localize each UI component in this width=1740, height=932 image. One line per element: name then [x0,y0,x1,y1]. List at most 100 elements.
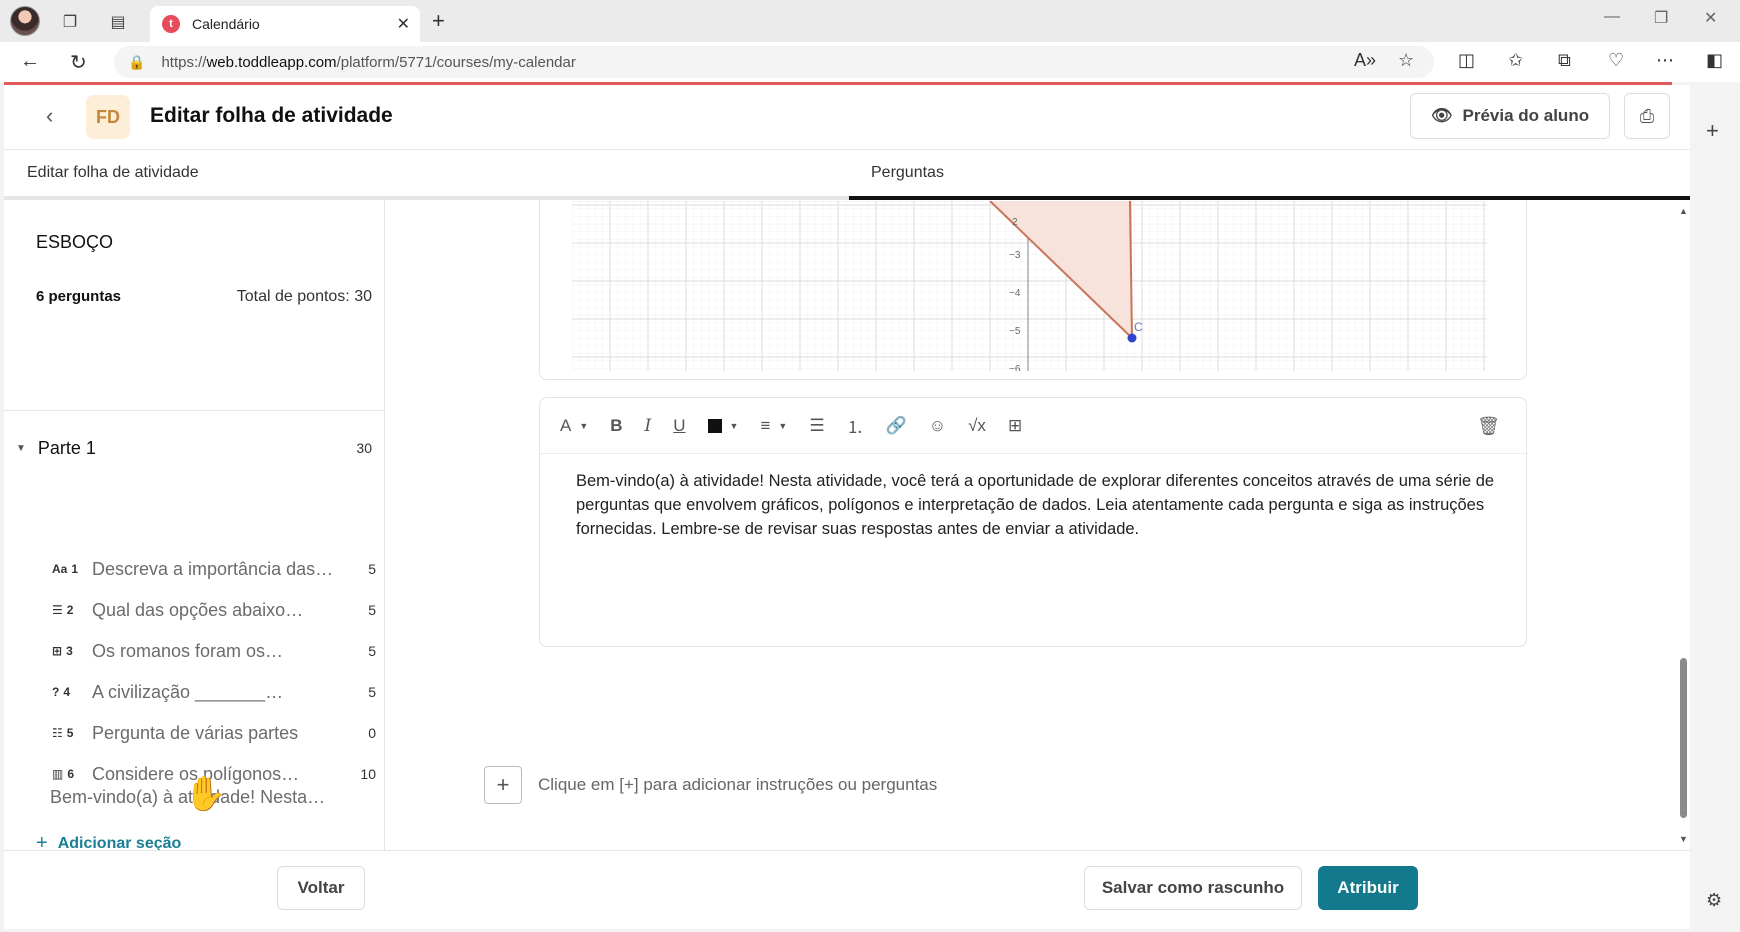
tab-questions[interactable]: Perguntas [849,150,1690,200]
app-header: ‹ FD Editar folha de atividade 👁 Prévia … [4,85,1690,150]
editor-body-text[interactable]: Bem-vindo(a) à atividade! Nesta atividad… [576,469,1496,541]
outline-question-4[interactable]: ? 4 A civilização _______… 5 [52,677,376,707]
point-c[interactable] [1127,333,1137,343]
browser-essentials-icon[interactable]: ♡ [1608,50,1624,71]
emoji-icon[interactable]: ☺ [929,416,946,436]
plus-icon: + [496,772,510,797]
graph-question-card: C 2 −3 −4 −5 −6 [539,200,1527,380]
underline-button[interactable]: U [673,416,685,436]
more-options-icon[interactable]: ⋯ [1656,50,1674,71]
add-content-row: + Clique em [+] para adicionar instruçõe… [484,766,937,804]
close-window-icon[interactable]: ✕ [1704,8,1717,28]
bullet-list-icon[interactable]: ☰ [809,416,824,436]
question-points: 5 [368,684,376,700]
rich-text-editor-card: A ▼ B I U ▼ ≡ ▼ ☰ ⒈ 🔗 ☺ √x ⊞ 🗑 Bem-vindo… [539,397,1528,647]
split-screen-icon[interactable]: ◫ [1458,50,1475,71]
scroll-up-icon[interactable]: ▲ [1679,206,1688,216]
main-content: C 2 −3 −4 −5 −6 A ▼ B I U ▼ ≡ ▼ ☰ ⒈ 🔗 ☺ … [385,200,1690,850]
read-aloud-icon[interactable]: A» [1354,50,1376,71]
assign-button[interactable]: Atribuir [1318,866,1418,910]
trash-icon[interactable]: 🗑 [1477,416,1500,437]
sidebar-toggle-icon[interactable]: ◧ [1706,50,1723,71]
tabs-row: Editar folha de atividade Perguntas [4,150,1690,200]
scroll-down-icon[interactable]: ▼ [1679,834,1688,844]
page-title: Editar folha de atividade [150,104,393,127]
tab-title: Calendário [192,16,260,32]
multiple-choice-icon: ☰ 2 [52,603,74,617]
table-icon[interactable]: ⊞ [1008,416,1022,436]
y-tick-label: −3 [1009,250,1021,261]
question-points: 0 [368,725,376,741]
question-text: Descreva a importância das… [92,558,334,579]
add-content-hint: Clique em [+] para adicionar instruções … [538,775,938,794]
url-field[interactable]: 🔒 https://web.toddleapp.com/platform/577… [114,46,1434,78]
workspaces-icon[interactable]: ❐ [56,8,84,36]
coordinate-graph[interactable]: C 2 −3 −4 −5 −6 [572,201,1487,371]
outline-question-1[interactable]: Aa 1 Descreva a importância das… 5 [52,554,376,584]
color-swatch [707,418,722,433]
multipart-icon: ☷ 5 [52,726,74,740]
back-chevron-icon[interactable]: ‹ [46,103,53,129]
question-text: Qual das opções abaixo… [92,599,304,620]
vertical-scrollbar[interactable]: ▲ ▼ [1677,200,1690,850]
tab-edit-activity[interactable]: Editar folha de atividade [4,150,849,200]
scrollbar-thumb[interactable] [1680,658,1687,818]
add-content-button[interactable]: + [484,766,522,804]
point-label: C [1134,320,1143,334]
font-style-label: A [560,415,572,435]
fill-blank-icon: ? 4 [52,685,71,699]
hand-cursor-icon: ✋ [184,775,227,813]
part-label: Parte 1 [37,438,96,458]
question-text: Pergunta de várias partes [92,722,299,743]
font-style-dropdown[interactable]: A ▼ [560,416,588,436]
add-sidebar-app-icon[interactable]: + [1706,118,1719,144]
question-text: Os romanos foram os… [92,640,284,661]
numbered-list-icon[interactable]: ⒈ [847,413,864,438]
back-arrow-icon[interactable]: ← [20,50,40,73]
italic-button[interactable]: I [645,416,652,436]
editor-toolbar: A ▼ B I U ▼ ≡ ▼ ☰ ⒈ 🔗 ☺ √x ⊞ 🗑 [540,398,1528,454]
toddle-favicon-icon: t [162,15,180,33]
print-button[interactable]: ⎙ [1624,93,1670,139]
tab-actions-icon[interactable]: ▤ [104,8,132,36]
bold-button[interactable]: B [610,416,622,436]
browser-tab[interactable]: t Calendário ✕ [150,6,420,42]
lock-icon[interactable]: 🔒 [128,54,145,71]
url-host: web.toddleapp.com [206,53,337,71]
graph-svg: C 2 −3 −4 −5 −6 [572,201,1487,371]
y-tick-label: −6 [1009,364,1021,371]
edge-sidebar [1690,82,1740,932]
minimize-icon[interactable]: — [1604,8,1620,26]
outline-title: ESBOÇO [36,232,114,252]
restore-icon[interactable]: ❐ [1654,8,1668,28]
collections-icon[interactable]: ⧉ [1558,50,1571,71]
url-path: /platform/5771/courses/my-calendar [336,53,576,71]
formula-icon[interactable]: √x [968,416,986,436]
profile-avatar[interactable] [10,6,40,36]
link-icon[interactable]: 🔗 [886,416,907,436]
align-dropdown[interactable]: ≡ ▼ [760,416,787,436]
student-preview-button[interactable]: 👁 Prévia do aluno [1410,93,1610,139]
save-draft-button[interactable]: Salvar como rascunho [1084,866,1302,910]
y-tick-label: −4 [1009,288,1021,299]
refresh-icon[interactable]: ↻ [70,50,87,75]
footer-bar: Voltar Salvar como rascunho Atribuir [4,850,1690,929]
question-points: 10 [360,766,376,782]
outline-question-2[interactable]: ☰ 2 Qual das opções abaixo… 5 [52,595,376,625]
text-answer-icon: Aa 1 [52,562,79,576]
favorite-star-icon[interactable]: ☆ [1398,50,1414,71]
browser-titlebar: ❐ ▤ t Calendário ✕ + — ❐ ✕ [0,0,1740,42]
back-button[interactable]: Voltar [277,866,365,910]
outline-question-5[interactable]: ☷ 5 Pergunta de várias partes 0 [52,718,376,748]
close-tab-icon[interactable]: ✕ [397,14,410,34]
new-tab-icon[interactable]: + [432,8,445,34]
url-scheme: https:// [161,53,207,71]
chevron-down-icon: ▼ [729,420,739,431]
outline-question-3[interactable]: ⊞ 3 Os romanos foram os… 5 [52,636,376,666]
text-color-dropdown[interactable]: ▼ [707,418,739,433]
part-row[interactable]: ▼ Parte 1 [16,438,376,459]
favorites-icon[interactable]: ✩ [1508,50,1523,71]
caret-down-icon[interactable]: ▼ [16,443,26,454]
outline-panel: ESBOÇO 6 perguntas Total de pontos: 30 ▼… [4,200,385,854]
settings-gear-icon[interactable]: ⚙ [1706,890,1722,911]
